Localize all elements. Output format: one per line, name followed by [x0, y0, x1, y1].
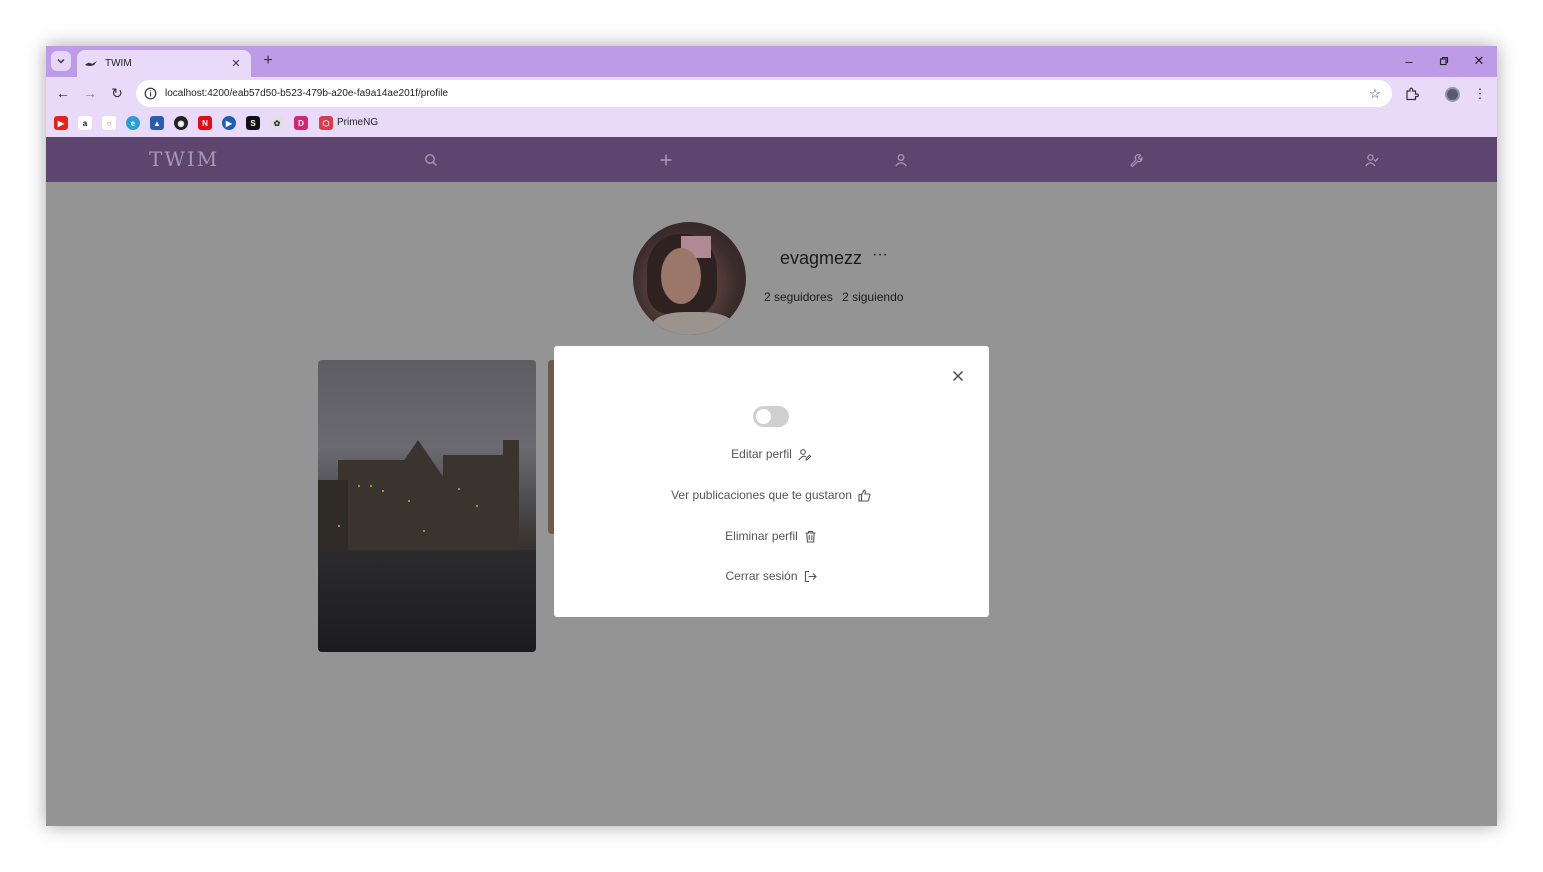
sign-out-label: Cerrar sesión — [725, 569, 798, 583]
window-light — [338, 525, 340, 527]
tab-bar: TWIM ✕ + – ✕ — [46, 46, 1497, 77]
github-icon[interactable]: ○ — [102, 116, 116, 130]
puzzle-shape — [1406, 87, 1419, 101]
sign-out-icon — [804, 569, 818, 583]
post-thumbnail[interactable] — [318, 360, 536, 652]
globe-icon[interactable]: ◉ — [174, 116, 188, 130]
s-icon[interactable]: S — [246, 116, 260, 130]
new-tab-button[interactable]: + — [258, 51, 278, 71]
user-check-icon[interactable] — [1363, 151, 1381, 169]
reload-icon[interactable]: ↻ — [107, 83, 127, 103]
back-icon[interactable]: ← — [53, 83, 73, 103]
user-check-shape — [1365, 154, 1379, 167]
edit-profile-button[interactable]: Editar perfil — [554, 445, 989, 463]
trash-shape — [805, 530, 816, 543]
window-light — [458, 488, 460, 490]
profile-avatar — [1444, 86, 1460, 102]
netflix-icon[interactable]: N — [198, 116, 212, 130]
site-info-icon[interactable] — [144, 87, 157, 100]
bookmark-primeng[interactable]: PrimeNG — [337, 117, 378, 128]
window-light — [408, 500, 410, 502]
restore-shape — [1439, 56, 1449, 66]
restore-icon[interactable] — [1430, 52, 1458, 70]
browser-menu-icon[interactable]: ⋮ — [1470, 84, 1490, 104]
profile-stats: 2 seguidores 2 siguiendo — [764, 290, 909, 304]
thumbs-up-shape — [858, 489, 871, 502]
address-bar[interactable]: localhost:4200/eab57d50-b523-479b-a20e-f… — [136, 80, 1392, 107]
sign-out-button[interactable]: Cerrar sesión — [554, 567, 989, 585]
liked-posts-label: Ver publicaciones que te gustaron — [671, 488, 852, 502]
close-icon[interactable] — [950, 368, 966, 384]
profile-avatar-image — [633, 222, 746, 335]
amazon-icon[interactable]: a — [78, 116, 92, 130]
edit-profile-label: Editar perfil — [731, 447, 792, 461]
search-shape — [425, 154, 437, 166]
thumbs-up-icon — [858, 488, 872, 502]
user-shape — [895, 154, 907, 167]
user-icon[interactable] — [892, 151, 910, 169]
play-icon[interactable]: ▶ — [222, 116, 236, 130]
bookmark-star-icon[interactable]: ☆ — [1366, 85, 1384, 103]
window-light — [370, 485, 372, 487]
close-shape — [953, 371, 963, 381]
app-navbar: TWIM — [46, 137, 1497, 182]
user-edit-shape — [798, 448, 812, 461]
chevron-down-icon — [57, 59, 65, 64]
building-shape — [318, 480, 348, 550]
browser-toolbar: ← → ↻ localhost:4200/eab57d50-b523-479b-… — [46, 77, 1497, 110]
window-light — [476, 505, 478, 507]
delete-profile-button[interactable]: Eliminar perfil — [554, 527, 989, 545]
followers-count[interactable]: 2 seguidores — [764, 290, 833, 304]
profile-username: evagmezz — [780, 248, 863, 268]
theme-toggle[interactable] — [753, 406, 789, 427]
window-light — [382, 490, 384, 492]
profile-avatar-icon[interactable] — [1442, 84, 1462, 104]
url-text: localhost:4200/eab57d50-b523-479b-a20e-f… — [165, 88, 449, 99]
wrench-icon[interactable] — [1127, 151, 1145, 169]
forward-icon[interactable]: → — [80, 83, 100, 103]
settings-modal: Editar perfil Ver publicaciones que te g… — [554, 346, 989, 617]
bookmarks-bar: ▶ a ○ e ▲ ◉ N ▶ S ✿ D ⬡ PrimeNG — [46, 110, 1497, 137]
water-shape — [318, 550, 536, 652]
plus-shape — [660, 154, 672, 166]
following-count[interactable]: 2 siguiendo — [842, 290, 903, 304]
liked-posts-button[interactable]: Ver publicaciones que te gustaron — [554, 486, 989, 504]
edge-icon[interactable]: e — [126, 116, 140, 130]
tab-title: TWIM — [105, 58, 132, 69]
education-icon[interactable]: ▲ — [150, 116, 164, 130]
sign-out-shape — [804, 570, 817, 582]
avatar-shirt — [653, 312, 733, 335]
more-options-icon[interactable]: ··· — [872, 246, 888, 264]
extensions-icon[interactable] — [1402, 84, 1422, 104]
openai-icon[interactable]: ✿ — [270, 116, 284, 130]
trash-icon — [804, 529, 818, 543]
app-logo[interactable]: TWIM — [149, 147, 219, 171]
delete-profile-label: Eliminar perfil — [725, 529, 798, 543]
user-edit-icon — [798, 447, 812, 461]
youtube-icon[interactable]: ▶ — [54, 116, 68, 130]
window-light — [423, 530, 425, 532]
browser-window: TWIM ✕ + – ✕ ← → ↻ localhost:4200/eab57d… — [46, 46, 1497, 826]
bird-icon — [85, 60, 97, 66]
tower-shape — [503, 440, 519, 550]
window-light — [358, 485, 360, 487]
tab-list-button[interactable] — [51, 51, 71, 71]
d-icon[interactable]: D — [294, 116, 308, 130]
browser-tab[interactable]: TWIM ✕ — [77, 50, 251, 77]
minimize-icon[interactable]: – — [1395, 52, 1423, 70]
avatar-face — [661, 248, 701, 304]
wrench-shape — [1130, 154, 1143, 167]
building-shape — [443, 455, 503, 550]
plus-icon[interactable] — [657, 151, 675, 169]
building-shape — [388, 440, 448, 550]
close-window-icon[interactable]: ✕ — [1465, 52, 1493, 70]
tab-close-icon[interactable]: ✕ — [229, 57, 243, 70]
search-icon[interactable] — [422, 151, 440, 169]
toggle-knob — [756, 409, 771, 424]
primeng-icon[interactable]: ⬡ — [319, 116, 333, 130]
